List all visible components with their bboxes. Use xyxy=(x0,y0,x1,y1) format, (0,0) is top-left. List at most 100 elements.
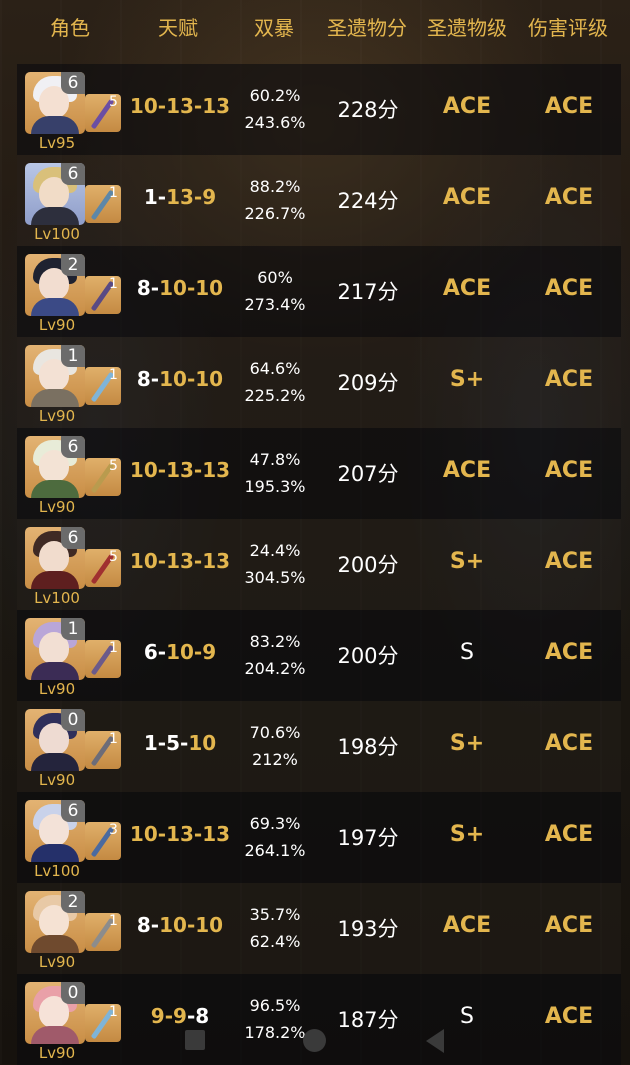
crit-rate: 69.3% xyxy=(249,814,301,833)
table-header: 角色 天赋 双暴 圣遗物分 圣遗物级 伤害评级 xyxy=(0,0,630,54)
refinement-value: 1 xyxy=(109,731,118,747)
table-row[interactable]: 6 3 Lv100 10-13-13 69.3% 264.1% 197分 S+ … xyxy=(17,792,621,883)
header-role: 角色 xyxy=(50,16,90,40)
character-level: Lv90 xyxy=(38,407,76,425)
refinement-value: 5 xyxy=(109,458,118,474)
talent-level: 10 xyxy=(188,731,217,755)
crit-stats: 60.2% 243.6% xyxy=(229,82,321,136)
talent-level: 10 xyxy=(166,640,194,664)
constellation-badge: 6 xyxy=(61,527,85,549)
artifact-grade: ACE xyxy=(442,458,492,483)
constellation-badge: 1 xyxy=(61,345,85,367)
damage-grade: ACE xyxy=(544,913,594,938)
crit-stats: 24.4% 304.5% xyxy=(229,537,321,591)
recents-square-icon[interactable] xyxy=(185,1030,205,1050)
table-row[interactable]: 6 5 Lv100 10-13-13 24.4% 304.5% 200分 S+ … xyxy=(17,519,621,610)
talent-level: 13 xyxy=(166,94,194,118)
table-row[interactable]: 1 1 Lv90 6-10-9 83.2% 204.2% 200分 S ACE xyxy=(17,610,621,701)
table-row[interactable]: 2 1 Lv90 8-10-10 60% 273.4% 217分 ACE ACE xyxy=(17,246,621,337)
refinement-value: 1 xyxy=(109,913,118,929)
table-row[interactable]: 6 1 Lv100 1-13-9 88.2% 226.7% 224分 ACE A… xyxy=(17,155,621,246)
constellation-badge: 2 xyxy=(61,891,85,913)
talent-levels: 10-13-13 xyxy=(125,549,235,573)
damage-grade: ACE xyxy=(544,822,594,847)
talent-level: 13 xyxy=(202,458,231,482)
crit-rate: 70.6% xyxy=(249,723,301,742)
talent-level: 13 xyxy=(202,822,231,846)
character-list: 6 5 Lv95 10-13-13 60.2% 243.6% 228分 ACE … xyxy=(17,64,621,1065)
talent-level: 1 xyxy=(143,185,158,209)
artifact-grade: ACE xyxy=(442,94,492,119)
talent-separator: - xyxy=(157,822,167,846)
character-level: Lv90 xyxy=(38,680,76,698)
damage-grade: ACE xyxy=(544,640,594,665)
table-row[interactable]: 1 1 Lv90 8-10-10 64.6% 225.2% 209分 S+ AC… xyxy=(17,337,621,428)
header-artifact-grade: 圣遗物级 xyxy=(427,16,507,40)
talent-level: 10 xyxy=(129,822,158,846)
talent-level: 13 xyxy=(166,822,194,846)
artifact-score: 207分 xyxy=(337,462,399,486)
talent-level: 10 xyxy=(129,549,158,573)
constellation-badge: 6 xyxy=(61,436,85,458)
talent-separator: - xyxy=(157,549,167,573)
talent-level: 10 xyxy=(159,367,187,391)
talent-separator: - xyxy=(193,94,203,118)
refinement-value: 1 xyxy=(109,185,118,201)
crit-damage: 304.5% xyxy=(244,568,306,587)
constellation-badge: 6 xyxy=(61,163,85,185)
crit-rate: 35.7% xyxy=(249,905,301,924)
talent-level: 10 xyxy=(195,913,224,937)
talent-levels: 10-13-13 xyxy=(125,94,235,118)
character-level: Lv90 xyxy=(38,771,76,789)
damage-grade: ACE xyxy=(544,367,594,392)
home-circle-icon[interactable] xyxy=(303,1029,326,1052)
talent-level: 13 xyxy=(202,549,231,573)
character-level: Lv100 xyxy=(34,589,80,607)
talent-level: 8 xyxy=(136,367,151,391)
damage-grade: ACE xyxy=(544,94,594,119)
table-row[interactable]: 2 1 Lv90 8-10-10 35.7% 62.4% 193分 ACE AC… xyxy=(17,883,621,974)
talent-levels: 10-13-13 xyxy=(125,822,235,846)
talent-separator: - xyxy=(193,458,203,482)
talent-level: 10 xyxy=(159,913,187,937)
talent-level: 6 xyxy=(143,640,158,664)
artifact-grade: S+ xyxy=(449,822,485,847)
talent-level: 10 xyxy=(129,458,158,482)
header-talent: 天赋 xyxy=(158,16,198,40)
crit-damage: 62.4% xyxy=(249,932,301,951)
crit-stats: 88.2% 226.7% xyxy=(229,173,321,227)
crit-rate: 60% xyxy=(257,268,293,287)
artifact-score: 197分 xyxy=(337,826,399,850)
refinement-value: 5 xyxy=(109,549,118,565)
talent-level: 9 xyxy=(202,640,217,664)
talent-separator: - xyxy=(150,276,160,300)
damage-grade: ACE xyxy=(544,458,594,483)
crit-damage: 212% xyxy=(252,750,298,769)
back-triangle-icon[interactable] xyxy=(426,1029,444,1053)
talent-level: 10 xyxy=(195,276,224,300)
table-row[interactable]: 6 5 Lv95 10-13-13 60.2% 243.6% 228分 ACE … xyxy=(17,64,621,155)
crit-rate: 88.2% xyxy=(249,177,301,196)
constellation-badge: 2 xyxy=(61,254,85,276)
refinement-value: 1 xyxy=(109,276,118,292)
talent-level: 13 xyxy=(166,549,194,573)
header-artifact-score: 圣遗物分 xyxy=(327,16,407,40)
constellation-badge: 0 xyxy=(61,709,85,731)
artifact-grade: S+ xyxy=(449,367,485,392)
talent-levels: 8-10-10 xyxy=(125,913,235,937)
artifact-score: 228分 xyxy=(337,98,399,122)
refinement-value: 5 xyxy=(109,94,118,110)
refinement-value: 1 xyxy=(109,640,118,656)
crit-stats: 35.7% 62.4% xyxy=(229,901,321,955)
table-row[interactable]: 0 1 Lv90 1-5-10 70.6% 212% 198分 S+ ACE xyxy=(17,701,621,792)
character-level: Lv90 xyxy=(38,498,76,516)
crit-rate: 60.2% xyxy=(249,86,301,105)
talent-separator: - xyxy=(193,185,203,209)
talent-level: 13 xyxy=(166,185,194,209)
constellation-badge: 6 xyxy=(61,72,85,94)
artifact-score: 193分 xyxy=(337,917,399,941)
talent-level: 13 xyxy=(166,458,194,482)
artifact-score: 224分 xyxy=(337,189,399,213)
table-row[interactable]: 6 5 Lv90 10-13-13 47.8% 195.3% 207分 ACE … xyxy=(17,428,621,519)
crit-rate: 64.6% xyxy=(249,359,301,378)
